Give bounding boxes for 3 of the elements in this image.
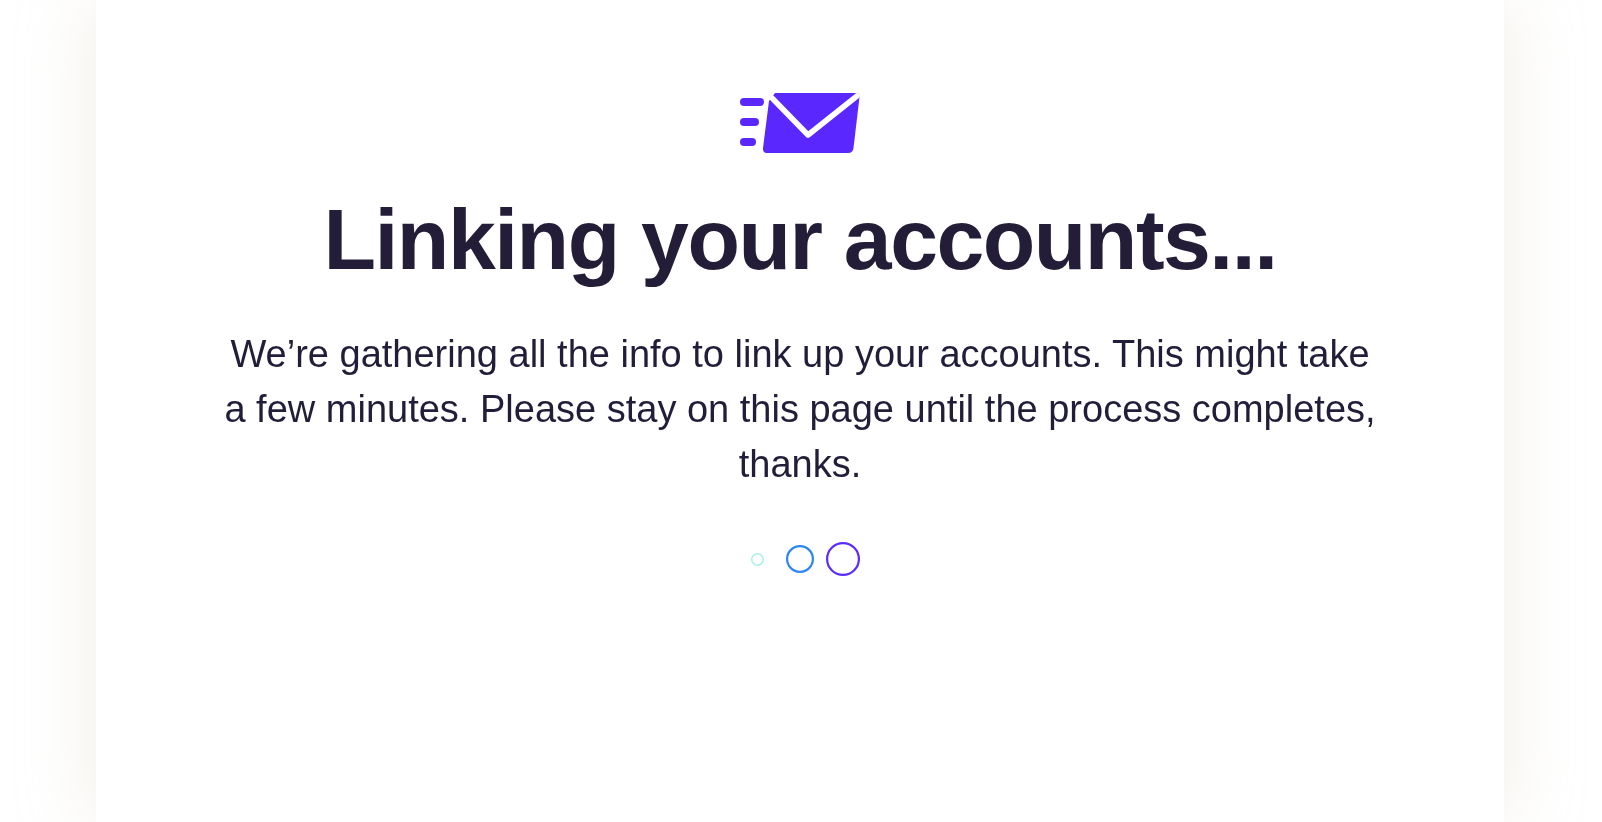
mail-icon bbox=[739, 92, 861, 153]
status-message: We’re gathering all the info to link up your accounts. This might take a few minutes. Please stay on this page until the process completes, thanks. bbox=[223, 332, 1377, 487]
page-heading: Linking your accounts... bbox=[323, 190, 1277, 289]
